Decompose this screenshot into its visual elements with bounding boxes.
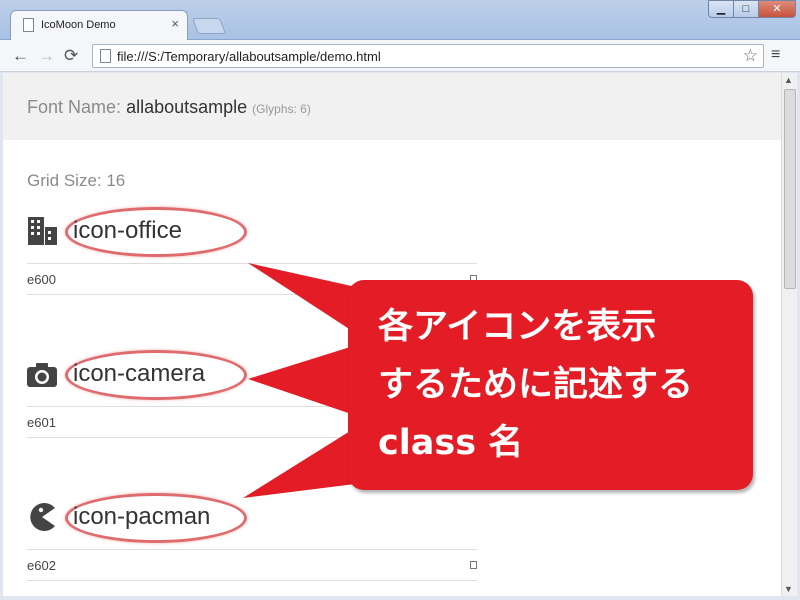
maximize-button[interactable]: □ bbox=[733, 0, 759, 18]
reload-button[interactable]: ⟳ bbox=[64, 46, 78, 66]
tab-close-icon[interactable]: × bbox=[171, 16, 179, 31]
menu-icon[interactable]: ≡ bbox=[771, 46, 780, 64]
browser-tab[interactable]: IcoMoon Demo × bbox=[10, 10, 188, 40]
scroll-thumb[interactable] bbox=[784, 89, 796, 289]
bookmark-star-icon[interactable]: ☆ bbox=[743, 46, 758, 66]
browser-titlebar: IcoMoon Demo × ▁ □ ✕ bbox=[0, 0, 800, 40]
page-icon bbox=[100, 49, 111, 63]
scroll-down-icon[interactable]: ▼ bbox=[784, 584, 793, 594]
address-bar[interactable]: file:///S:/Temporary/allaboutsample/demo… bbox=[92, 44, 764, 68]
vertical-scrollbar[interactable]: ▲ ▼ bbox=[781, 73, 797, 596]
minimize-button[interactable]: ▁ bbox=[708, 0, 734, 18]
callout-box: 各アイコンを表示 するために記述する class 名 bbox=[348, 280, 753, 490]
scroll-up-icon[interactable]: ▲ bbox=[784, 75, 793, 85]
forward-button[interactable]: → bbox=[38, 46, 55, 66]
back-button[interactable]: ← bbox=[12, 46, 29, 66]
tab-title: IcoMoon Demo bbox=[41, 19, 116, 31]
page-icon bbox=[23, 18, 34, 32]
new-tab-button[interactable] bbox=[192, 18, 226, 34]
page-viewport: Font Name: allaboutsample (Glyphs: 6) Gr… bbox=[3, 73, 781, 596]
callout-text: 各アイコンを表示 するために記述する class 名 bbox=[378, 307, 694, 463]
close-window-button[interactable]: ✕ bbox=[758, 0, 796, 18]
url-text[interactable]: file:///S:/Temporary/allaboutsample/demo… bbox=[117, 49, 381, 64]
browser-toolbar: ← → ⟳ file:///S:/Temporary/allaboutsampl… bbox=[0, 40, 800, 72]
